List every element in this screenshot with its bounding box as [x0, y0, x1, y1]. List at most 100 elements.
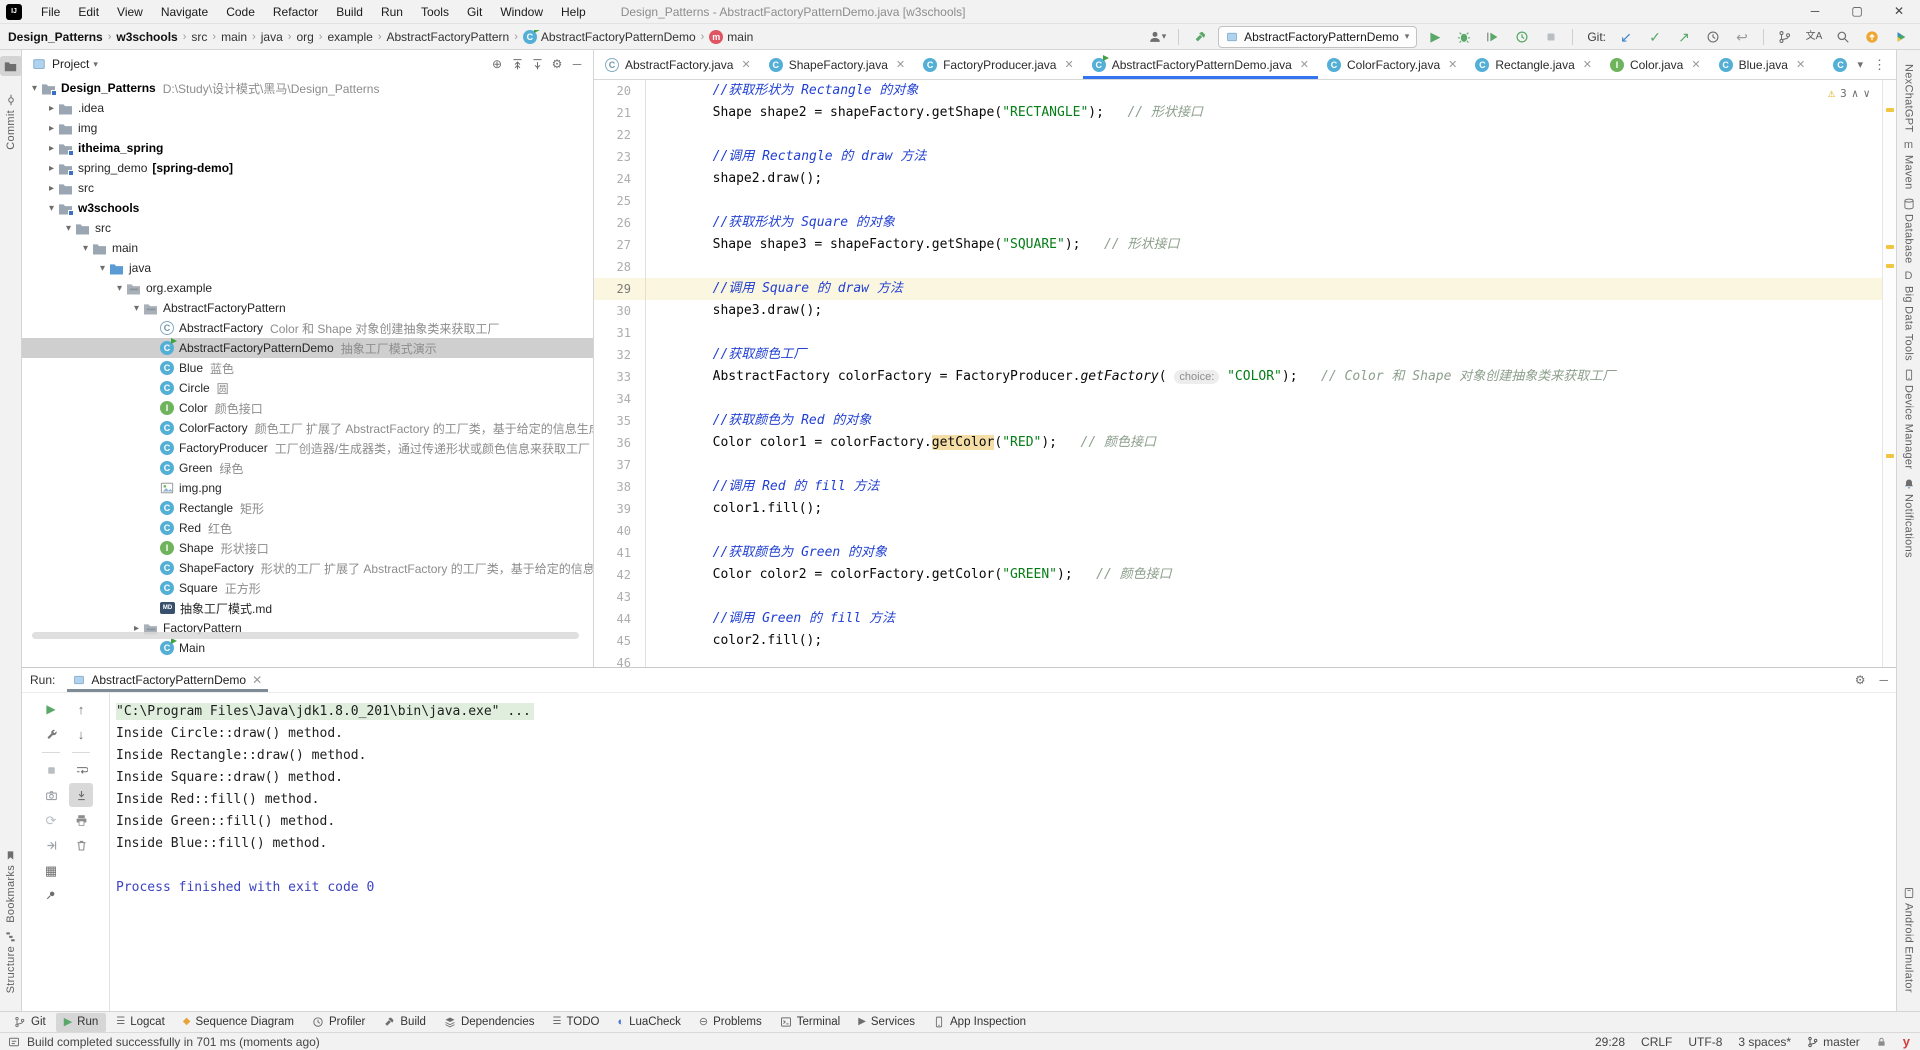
code-line-41[interactable]: 41 //获取颜色为 Green 的对象	[594, 542, 1896, 564]
layout-settings-button[interactable]: ▦	[39, 858, 63, 882]
breadcrumb-item[interactable]: w3schools	[116, 30, 177, 44]
stripe-structure-button[interactable]: Structure	[5, 927, 17, 997]
line-number[interactable]: 40	[594, 520, 646, 542]
toolwindow-logcat-button[interactable]: ☰ Logcat	[108, 1013, 173, 1032]
code-line-44[interactable]: 44 //调用 Green 的 fill 方法	[594, 608, 1896, 630]
youtrack-icon[interactable]: y	[1903, 1034, 1910, 1049]
code-line-22[interactable]: 22	[594, 124, 1896, 146]
toolwindow-problems-button[interactable]: ⊖ Problems	[691, 1013, 770, 1032]
breadcrumb-item[interactable]: src	[191, 30, 207, 44]
rerun-button[interactable]: ▶	[39, 697, 63, 721]
toolwindow-todo-button[interactable]: ☰ TODO	[544, 1013, 607, 1032]
tab-list-chevron-icon[interactable]: ▾	[1857, 58, 1863, 71]
hide-panel-icon[interactable]: ─	[1879, 674, 1888, 686]
event-log-icon[interactable]	[8, 1036, 20, 1048]
tree-expand-icon[interactable]: ▸	[45, 163, 58, 174]
line-number[interactable]: 24	[594, 168, 646, 190]
stripe-maven-button[interactable]: m Maven	[1903, 136, 1915, 194]
lock-icon[interactable]	[1876, 1036, 1887, 1048]
menu-help[interactable]: Help	[552, 0, 595, 24]
tree-item-Design_Patterns[interactable]: ▾ Design_Patterns D:\Study\设计模式\黑马\Design_…	[22, 78, 593, 98]
line-number[interactable]: 20	[594, 80, 646, 102]
code-line-28[interactable]: 28	[594, 256, 1896, 278]
line-number[interactable]: 28	[594, 256, 646, 278]
line-number[interactable]: 41	[594, 542, 646, 564]
tree-item-java[interactable]: ▾ java	[22, 258, 593, 278]
code-line-43[interactable]: 43	[594, 586, 1896, 608]
line-number[interactable]: 43	[594, 586, 646, 608]
line-number[interactable]: 27	[594, 234, 646, 256]
tree-item-img.png[interactable]: img.png	[22, 478, 593, 498]
stripe-database-button[interactable]: Database	[1903, 194, 1915, 268]
toolwindow-services-button[interactable]: ▶ Services	[850, 1013, 923, 1032]
code-line-32[interactable]: 32 //获取颜色工厂	[594, 344, 1896, 366]
toolwindow-luacheck-button[interactable]: ◐ LuaCheck	[609, 1013, 688, 1032]
tree-collapse-icon[interactable]: ▾	[113, 283, 126, 294]
edit-configuration-button[interactable]	[39, 722, 63, 746]
line-number[interactable]: 36	[594, 432, 646, 454]
indent-style[interactable]: 3 spaces*	[1738, 1035, 1791, 1049]
line-number[interactable]: 37	[594, 454, 646, 476]
tree-item-img[interactable]: ▸ img	[22, 118, 593, 138]
tree-item-itheima_spring[interactable]: ▸ itheima_spring	[22, 138, 593, 158]
tree-collapse-icon[interactable]: ▾	[62, 223, 75, 234]
build-project-button[interactable]	[1189, 26, 1211, 48]
close-icon[interactable]: ✕	[1691, 58, 1700, 71]
line-number[interactable]: 38	[594, 476, 646, 498]
line-number[interactable]: 44	[594, 608, 646, 630]
git-update-button[interactable]: ↙	[1615, 26, 1637, 48]
code-line-39[interactable]: 39 color1.fill();	[594, 498, 1896, 520]
attach-debugger-button[interactable]	[39, 833, 63, 857]
expand-all-icon[interactable]	[507, 54, 527, 74]
tree-expand-icon[interactable]: ▸	[45, 103, 58, 114]
run-configuration-select[interactable]: AbstractFactoryPatternDemo ▾	[1218, 25, 1418, 48]
stop-button[interactable]	[39, 758, 63, 782]
down-stack-trace-button[interactable]: ↓	[69, 722, 93, 746]
search-everywhere-button[interactable]	[1832, 26, 1854, 48]
screenshot-button[interactable]	[39, 783, 63, 807]
toolwindow-profiler-button[interactable]: Profiler	[304, 1013, 373, 1032]
breadcrumb-item[interactable]: Design_Patterns	[8, 30, 103, 44]
line-number[interactable]: 39	[594, 498, 646, 520]
code-line-27[interactable]: 27 Shape shape3 = shapeFactory.getShape(…	[594, 234, 1896, 256]
tree-item-Color[interactable]: I Color 颜色接口	[22, 398, 593, 418]
menu-view[interactable]: View	[108, 0, 152, 24]
caret-position[interactable]: 29:28	[1595, 1035, 1625, 1049]
stripe-android-emulator-button[interactable]: Android Emulator	[1903, 883, 1915, 997]
next-problem-icon[interactable]: ∨	[1863, 87, 1870, 100]
line-number[interactable]: 45	[594, 630, 646, 652]
editor-tab-AbstractFactory.java[interactable]: C AbstractFactory.java ✕	[596, 50, 760, 79]
code-line-42[interactable]: 42 Color color2 = colorFactory.getColor(…	[594, 564, 1896, 586]
menu-code[interactable]: Code	[217, 0, 264, 24]
stop-button[interactable]	[1540, 26, 1562, 48]
menu-run[interactable]: Run	[372, 0, 412, 24]
tree-item-Shape[interactable]: I Shape 形状接口	[22, 538, 593, 558]
tree-item-w3schools[interactable]: ▾ w3schools	[22, 198, 593, 218]
maximize-button[interactable]: ▢	[1836, 0, 1878, 24]
line-number[interactable]: 32	[594, 344, 646, 366]
breadcrumb-item[interactable]: m main	[709, 29, 753, 44]
tree-item-org.example[interactable]: ▾ org.example	[22, 278, 593, 298]
tree-item-Square[interactable]: C Square 正方形	[22, 578, 593, 598]
editor-tab-ColorFactory.java[interactable]: C ColorFactory.java ✕	[1318, 50, 1466, 79]
code-line-31[interactable]: 31	[594, 322, 1896, 344]
stripe-big-data-tools-button[interactable]: D Big Data Tools	[1903, 267, 1915, 365]
git-branch-widget[interactable]: master	[1807, 1035, 1860, 1049]
code-line-24[interactable]: 24 shape2.draw();	[594, 168, 1896, 190]
tree-expand-icon[interactable]: ▸	[45, 143, 58, 154]
file-encoding[interactable]: UTF-8	[1688, 1035, 1722, 1049]
stripe-device-manager-button[interactable]: Device Manager	[1903, 365, 1915, 473]
debug-button[interactable]	[1453, 26, 1475, 48]
tree-item-Circle[interactable]: C Circle 圆	[22, 378, 593, 398]
print-button[interactable]	[69, 808, 93, 832]
tree-item-.idea[interactable]: ▸ .idea	[22, 98, 593, 118]
line-number[interactable]: 22	[594, 124, 646, 146]
tree-item-src[interactable]: ▸ src	[22, 178, 593, 198]
line-number[interactable]: 30	[594, 300, 646, 322]
warning-mark[interactable]	[1886, 108, 1894, 112]
code-line-30[interactable]: 30 shape3.draw();	[594, 300, 1896, 322]
tree-collapse-icon[interactable]: ▾	[130, 303, 143, 314]
code-with-me-button[interactable]: ▾	[1146, 26, 1168, 48]
stripe-project-button[interactable]	[0, 56, 22, 76]
tree-collapse-icon[interactable]: ▾	[96, 263, 109, 274]
